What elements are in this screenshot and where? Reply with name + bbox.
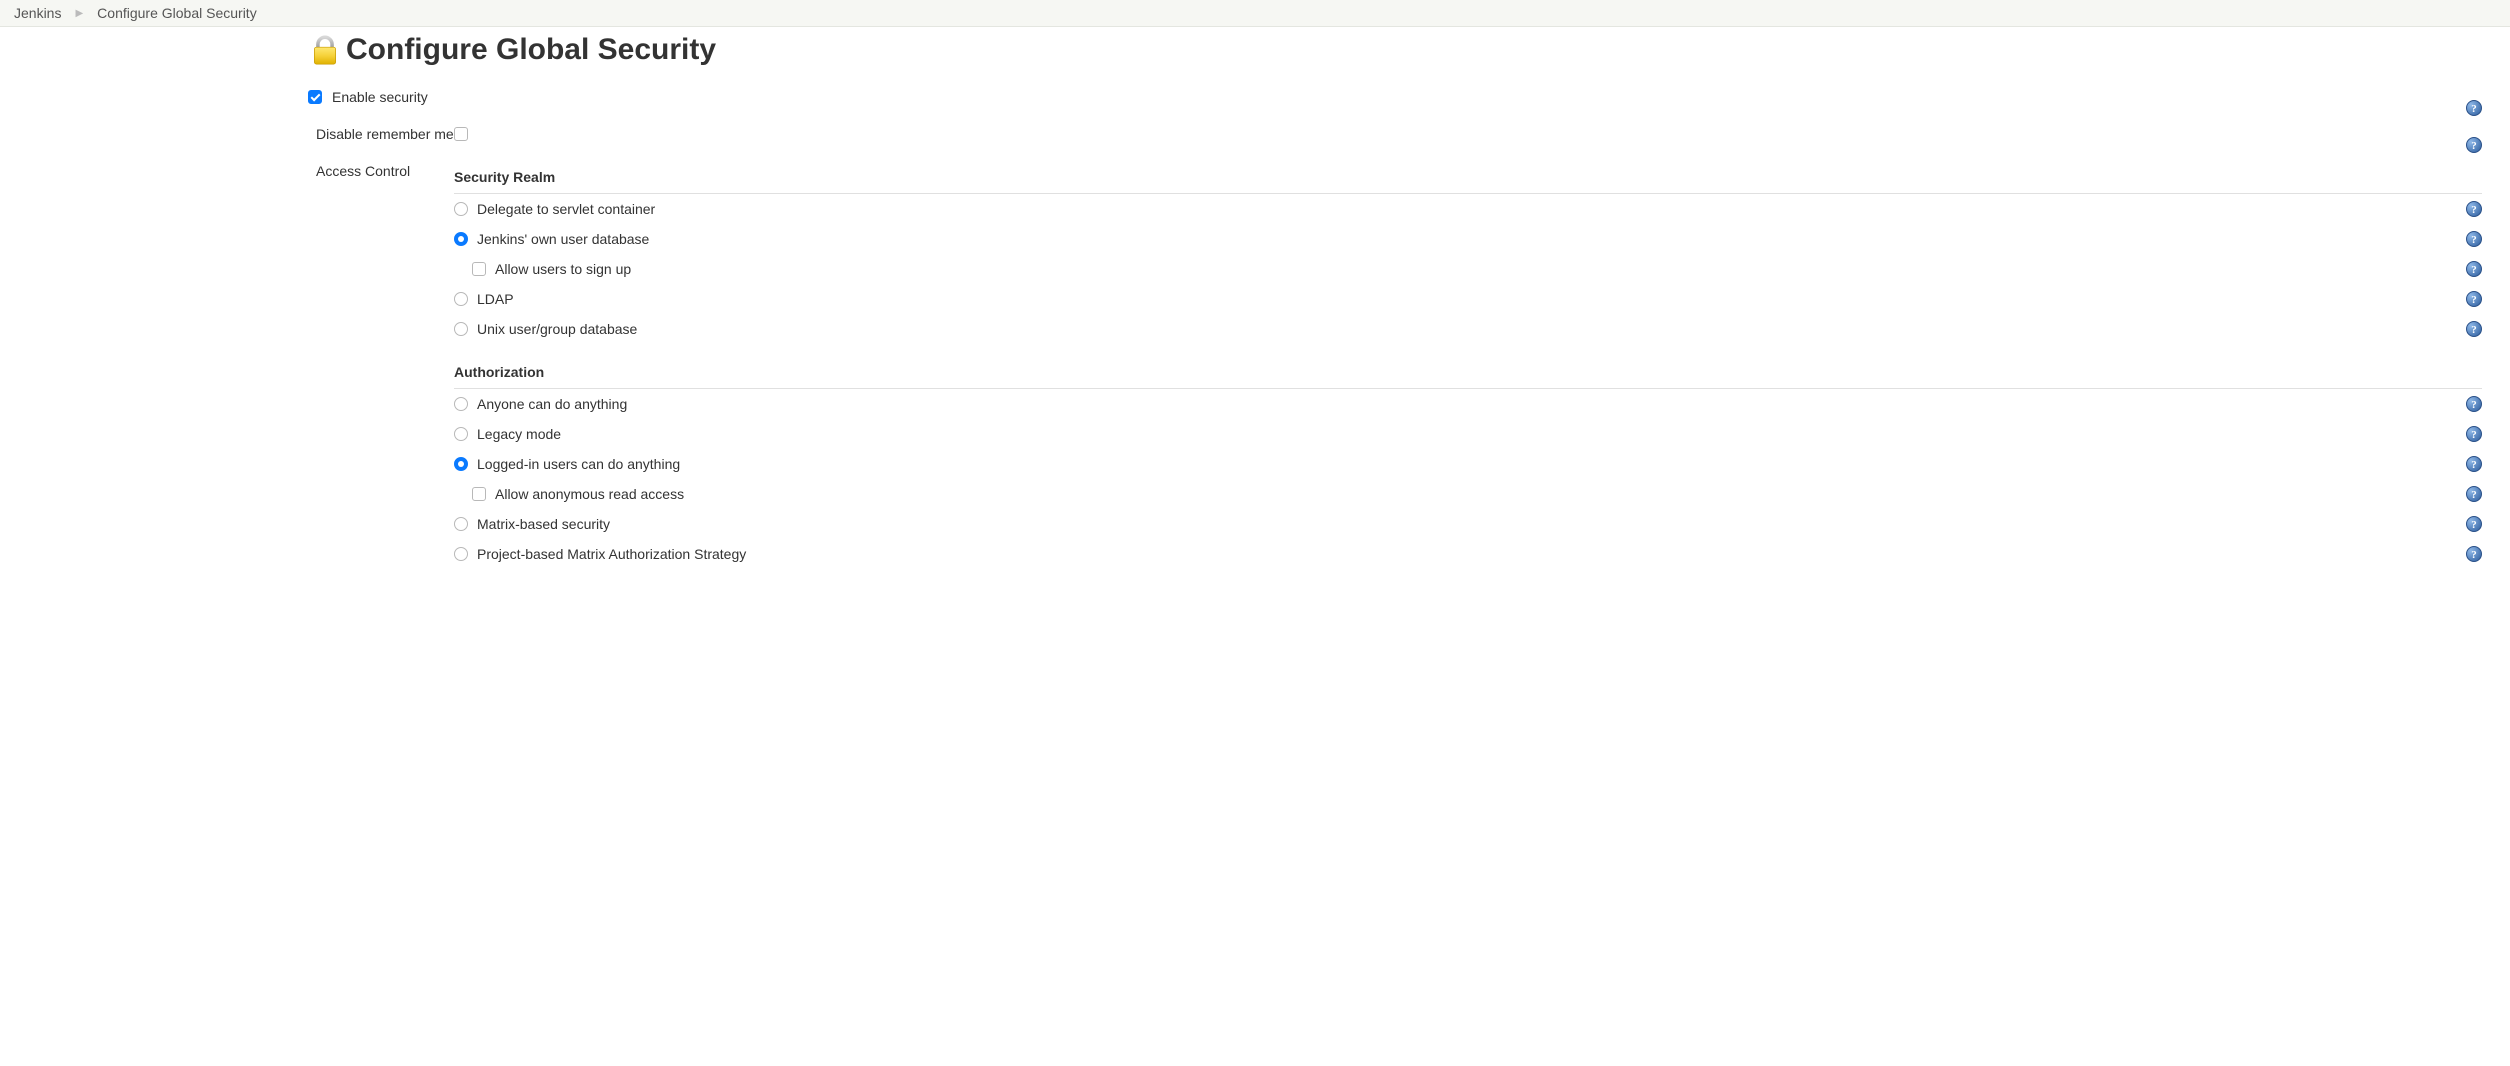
auth-matrix-radio[interactable] bbox=[454, 517, 468, 531]
enable-security-label: Enable security bbox=[332, 89, 428, 105]
auth-anyone-label: Anyone can do anything bbox=[477, 396, 627, 412]
lock-icon bbox=[308, 33, 342, 67]
auth-legacy-radio[interactable] bbox=[454, 427, 468, 441]
auth-loggedin-radio[interactable] bbox=[454, 457, 468, 471]
realm-own-db-label: Jenkins' own user database bbox=[477, 231, 649, 247]
anon-read-checkbox[interactable] bbox=[472, 487, 486, 501]
help-icon[interactable]: ? bbox=[2466, 261, 2482, 277]
help-icon[interactable]: ? bbox=[2466, 291, 2482, 307]
realm-option-own-db: Jenkins' own user database ? bbox=[454, 224, 2482, 254]
help-icon[interactable]: ? bbox=[2466, 396, 2482, 412]
disable-remember-checkbox[interactable] bbox=[454, 127, 468, 141]
allow-signup-checkbox[interactable] bbox=[472, 262, 486, 276]
help-icon[interactable]: ? bbox=[2466, 456, 2482, 472]
page-title: Configure Global Security bbox=[346, 33, 716, 67]
auth-matrix-label: Matrix-based security bbox=[477, 516, 610, 532]
row-enable-security: Enable security ? bbox=[308, 89, 2482, 126]
svg-text:?: ? bbox=[2471, 140, 2477, 152]
help-icon[interactable]: ? bbox=[2466, 137, 2482, 153]
realm-servlet-label: Delegate to servlet container bbox=[477, 201, 655, 217]
auth-option-loggedin: Logged-in users can do anything ? bbox=[454, 449, 2482, 479]
allow-signup-label: Allow users to sign up bbox=[495, 261, 631, 277]
help-icon[interactable]: ? bbox=[2466, 516, 2482, 532]
auth-project-radio[interactable] bbox=[454, 547, 468, 561]
breadcrumb-current-link[interactable]: Configure Global Security bbox=[97, 5, 257, 21]
svg-text:?: ? bbox=[2471, 489, 2477, 501]
realm-option-unix: Unix user/group database ? bbox=[454, 314, 2482, 344]
enable-security-checkbox[interactable] bbox=[308, 90, 322, 104]
svg-text:?: ? bbox=[2471, 294, 2477, 306]
svg-text:?: ? bbox=[2471, 234, 2477, 246]
svg-text:?: ? bbox=[2471, 324, 2477, 336]
breadcrumb-root-link[interactable]: Jenkins bbox=[14, 5, 61, 21]
svg-text:?: ? bbox=[2471, 459, 2477, 471]
auth-loggedin-label: Logged-in users can do anything bbox=[477, 456, 680, 472]
help-icon[interactable]: ? bbox=[2466, 201, 2482, 217]
realm-own-db-allow-signup-row: Allow users to sign up ? bbox=[454, 254, 2482, 284]
anon-read-label: Allow anonymous read access bbox=[495, 486, 684, 502]
auth-project-label: Project-based Matrix Authorization Strat… bbox=[477, 546, 746, 562]
help-icon[interactable]: ? bbox=[2466, 321, 2482, 337]
auth-option-project: Project-based Matrix Authorization Strat… bbox=[454, 539, 2482, 569]
help-icon[interactable]: ? bbox=[2466, 426, 2482, 442]
auth-option-matrix: Matrix-based security ? bbox=[454, 509, 2482, 539]
breadcrumb: Jenkins ▶ Configure Global Security bbox=[0, 0, 2510, 27]
svg-text:?: ? bbox=[2471, 204, 2477, 216]
page-title-row: Configure Global Security bbox=[308, 33, 2482, 67]
realm-ldap-radio[interactable] bbox=[454, 292, 468, 306]
help-icon[interactable]: ? bbox=[2466, 231, 2482, 247]
svg-text:?: ? bbox=[2471, 519, 2477, 531]
realm-ldap-label: LDAP bbox=[477, 291, 514, 307]
breadcrumb-separator-icon: ▶ bbox=[75, 8, 83, 19]
help-icon[interactable]: ? bbox=[2466, 100, 2482, 116]
help-icon[interactable]: ? bbox=[2466, 486, 2482, 502]
authorization-heading: Authorization bbox=[454, 358, 2482, 389]
realm-option-servlet: Delegate to servlet container ? bbox=[454, 194, 2482, 224]
svg-text:?: ? bbox=[2471, 429, 2477, 441]
auth-legacy-label: Legacy mode bbox=[477, 426, 561, 442]
access-control-label: Access Control bbox=[308, 163, 454, 179]
auth-option-legacy: Legacy mode ? bbox=[454, 419, 2482, 449]
disable-remember-label: Disable remember me bbox=[308, 126, 454, 142]
realm-option-ldap: LDAP ? bbox=[454, 284, 2482, 314]
svg-text:?: ? bbox=[2471, 399, 2477, 411]
realm-unix-radio[interactable] bbox=[454, 322, 468, 336]
help-icon[interactable]: ? bbox=[2466, 546, 2482, 562]
svg-text:?: ? bbox=[2471, 103, 2477, 115]
page-content: Configure Global Security Enable securit… bbox=[280, 27, 2510, 599]
auth-anyone-radio[interactable] bbox=[454, 397, 468, 411]
realm-servlet-radio[interactable] bbox=[454, 202, 468, 216]
row-access-control: Access Control Security Realm Delegate t… bbox=[308, 163, 2482, 569]
svg-text:?: ? bbox=[2471, 264, 2477, 276]
auth-option-anyone: Anyone can do anything ? bbox=[454, 389, 2482, 419]
svg-text:?: ? bbox=[2471, 549, 2477, 561]
realm-own-db-radio[interactable] bbox=[454, 232, 468, 246]
realm-unix-label: Unix user/group database bbox=[477, 321, 637, 337]
auth-loggedin-anon-read-row: Allow anonymous read access ? bbox=[454, 479, 2482, 509]
security-realm-heading: Security Realm bbox=[454, 163, 2482, 194]
row-disable-remember: Disable remember me ? bbox=[308, 126, 2482, 163]
